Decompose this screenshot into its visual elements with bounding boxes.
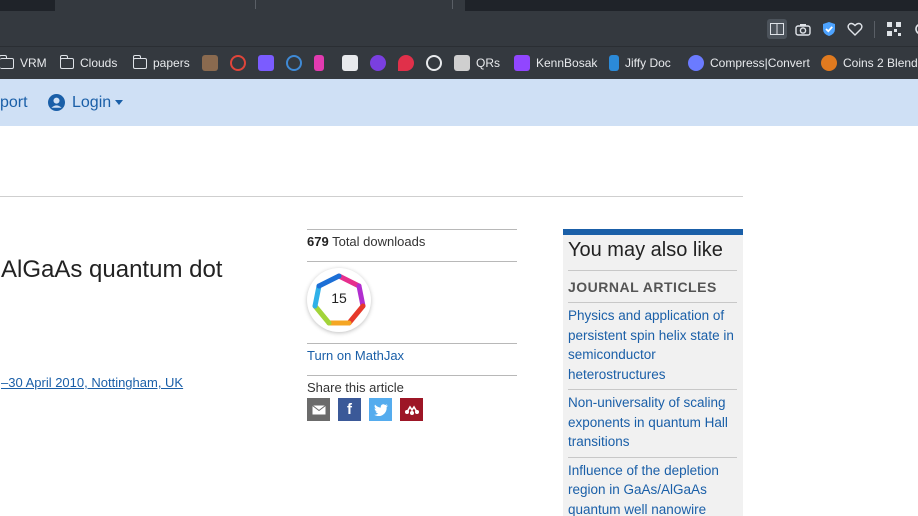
jiffy-icon <box>609 55 619 71</box>
folder-icon <box>0 54 14 69</box>
bookmark-label: papers <box>153 56 190 70</box>
journal-articles-label: JOURNAL ARTICLES <box>568 279 717 295</box>
bookmark-orb[interactable] <box>370 47 392 79</box>
downloads-count: 679 <box>307 234 329 249</box>
article-metrics: 679 Total downloads 15 Turn on MathJax S… <box>307 229 517 421</box>
share-label: Share this article <box>307 380 404 395</box>
bookmark-label: Coins 2 Blend <box>843 56 918 70</box>
bookmark-power[interactable] <box>230 47 252 79</box>
bookmark-folder-papers[interactable]: papers <box>132 47 190 79</box>
reader-icon[interactable] <box>767 19 787 39</box>
login-label: Login <box>72 93 112 111</box>
conference-link[interactable]: –30 April 2010, Nottingham, UK <box>1 375 183 390</box>
folder-icon <box>59 54 74 69</box>
qrs-icon <box>454 55 470 71</box>
divider <box>0 196 743 197</box>
sidebar-heading: You may also like <box>568 239 723 261</box>
nav-link-label: port <box>0 93 28 111</box>
bookmark-label: VRM <box>20 56 47 70</box>
site-nav: port Login <box>0 79 918 126</box>
compress-icon <box>688 55 704 71</box>
mail-icon <box>258 55 274 71</box>
active-tab[interactable] <box>55 0 465 11</box>
screenshot-icon[interactable] <box>793 19 813 39</box>
downloads-label: Total downloads <box>332 234 426 249</box>
bookmark-avatar[interactable] <box>202 47 224 79</box>
toolbar-separator <box>874 21 875 38</box>
bookmark-coins-2-blend[interactable]: Coins 2 Blend <box>821 47 918 79</box>
facebook-icon[interactable]: f <box>338 398 361 421</box>
nav-support-link[interactable]: port <box>0 79 28 126</box>
bookmark-label: QRs <box>476 56 500 70</box>
orb-icon <box>370 55 386 71</box>
tab-strip <box>0 0 918 11</box>
pin-icon <box>398 55 414 71</box>
heart-icon[interactable] <box>845 19 865 39</box>
bookmark-kennbosak[interactable]: KennBosak <box>514 47 597 79</box>
sidebar-body: You may also like JOURNAL ARTICLES Physi… <box>563 235 743 516</box>
bookmarks-bar: VRM Clouds papers QRs KennBosak Jiffy Do… <box>0 46 918 79</box>
bookmark-folder-vrm[interactable]: VRM <box>0 47 47 79</box>
article-title: AlGaAs quantum dot <box>1 256 223 283</box>
bookmark-r[interactable] <box>286 47 308 79</box>
related-article-link[interactable]: Physics and application of persistent sp… <box>568 303 737 389</box>
bookmark-qrs[interactable]: QRs <box>454 47 500 79</box>
bookmark-folder-clouds[interactable]: Clouds <box>59 47 118 79</box>
coins-icon <box>821 55 837 71</box>
qr-icon[interactable] <box>884 19 904 39</box>
altmetric-badge[interactable]: 15 <box>307 268 371 332</box>
altmetric-score: 15 <box>331 290 347 306</box>
extension-icon[interactable] <box>908 19 918 39</box>
twitch-icon <box>514 55 530 71</box>
bookmark-label: Clouds <box>80 56 118 70</box>
related-article-link[interactable]: Non-universality of scaling exponents in… <box>568 390 737 457</box>
email-icon[interactable] <box>307 398 330 421</box>
mathjax-toggle[interactable]: Turn on MathJax <box>307 344 517 375</box>
bookmark-figure[interactable] <box>314 47 330 79</box>
avatar-icon <box>202 55 218 71</box>
power-icon <box>230 55 246 71</box>
downloads: 679 Total downloads <box>307 230 517 261</box>
figure-icon <box>314 55 324 71</box>
user-icon <box>48 94 65 111</box>
share-icons: f <box>307 398 517 421</box>
twitter-icon[interactable] <box>369 398 392 421</box>
mendeley-icon[interactable] <box>400 398 423 421</box>
bookmark-pin[interactable] <box>398 47 420 79</box>
shield-icon[interactable] <box>819 19 839 39</box>
tab-separator <box>452 0 453 9</box>
clock-icon <box>426 55 442 71</box>
browser-toolbar <box>0 11 918 46</box>
bookmark-label: KennBosak <box>536 56 598 70</box>
chevron-down-icon <box>115 100 124 105</box>
r-icon <box>286 55 302 71</box>
bookmark-alien[interactable] <box>342 47 364 79</box>
tab-separator <box>255 0 256 9</box>
login-dropdown[interactable]: Login <box>48 79 124 126</box>
bookmark-mail[interactable] <box>258 47 280 79</box>
related-article-link[interactable]: Influence of the depletion region in GaA… <box>568 458 737 516</box>
bookmark-clock[interactable] <box>426 47 448 79</box>
altmetric-section: 15 <box>307 262 517 343</box>
bookmark-label: Jiffy Doc <box>625 56 671 70</box>
bookmark-jiffy-doc[interactable]: Jiffy Doc <box>609 47 671 79</box>
related-articles-sidebar: You may also like JOURNAL ARTICLES Physi… <box>563 229 743 516</box>
folder-icon <box>132 54 147 69</box>
bookmark-label: Compress|Convert <box>710 56 810 70</box>
alien-icon <box>342 55 358 71</box>
bookmark-compress-convert[interactable]: Compress|Convert <box>688 47 810 79</box>
